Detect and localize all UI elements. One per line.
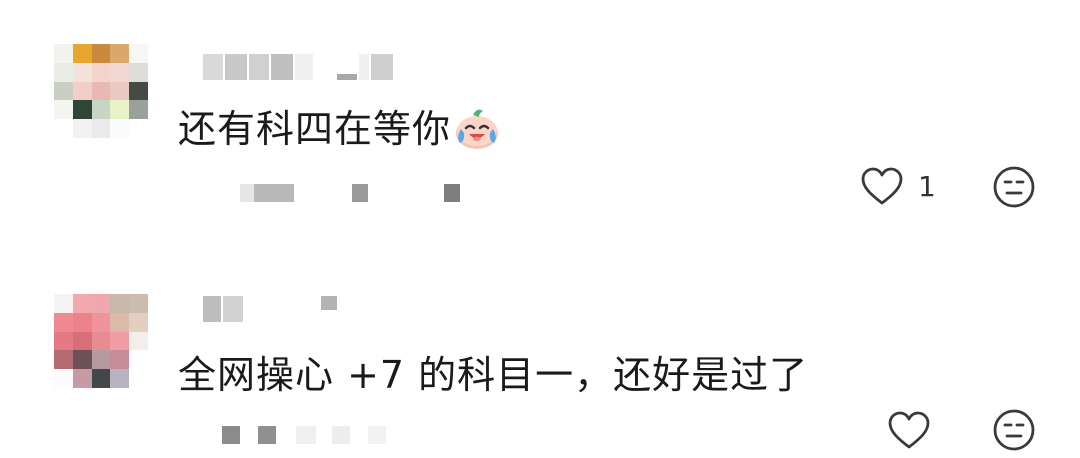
like-count: 1 (918, 169, 936, 203)
heart-icon[interactable] (887, 410, 931, 450)
comment-text: 还有科四在等你 (178, 98, 501, 160)
comment-text-content: 全网操心 +7 的科目一，还好是过了 (178, 353, 809, 397)
reaction-button[interactable] (992, 165, 1036, 213)
like-button[interactable]: 1 (860, 166, 936, 206)
comment-text-content: 还有科四在等你 (178, 107, 452, 151)
like-button[interactable] (887, 410, 945, 450)
avatar[interactable] (54, 44, 148, 138)
heart-icon[interactable] (860, 166, 904, 206)
neutral-face-icon[interactable] (992, 408, 1036, 452)
comment-text: 全网操心 +7 的科目一，还好是过了 (178, 344, 808, 399)
crying-laughing-emoji-icon (453, 103, 501, 160)
username-blurred[interactable] (203, 296, 337, 322)
username-blurred[interactable] (203, 54, 393, 80)
neutral-face-icon[interactable] (992, 165, 1036, 209)
reaction-button[interactable] (992, 408, 1036, 456)
avatar[interactable] (54, 294, 148, 388)
